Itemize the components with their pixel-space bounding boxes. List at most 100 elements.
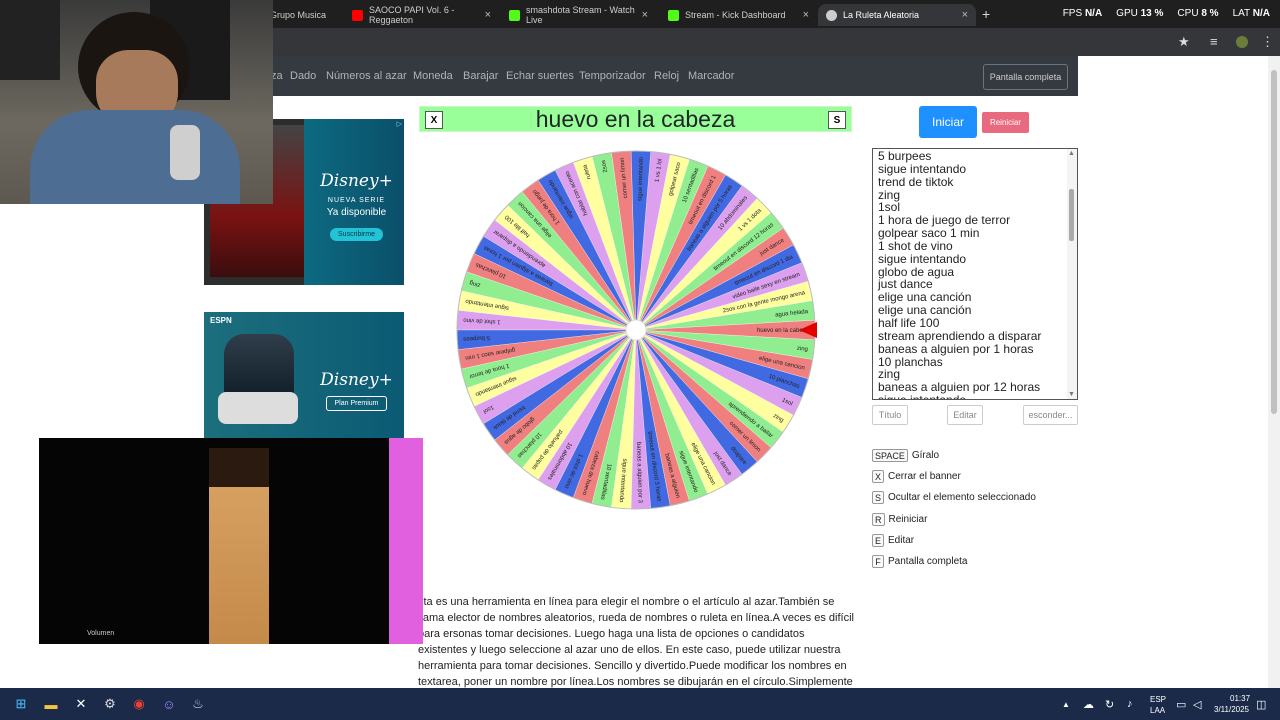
- performance-overlay: FPS N/A GPU 13 % CPU 8 % LAT N/A: [1062, 8, 1270, 19]
- page-margin: [1078, 56, 1268, 688]
- clock-time[interactable]: 01:37: [1230, 694, 1250, 703]
- name-line: sigue intentando: [878, 394, 1068, 399]
- fullscreen-button[interactable]: Pantalla completa: [983, 64, 1068, 90]
- tab-smashdota-stream[interactable]: smashdota Stream - Watch Live ×: [501, 4, 656, 26]
- hide-selected-button[interactable]: S: [828, 111, 846, 129]
- nav-item-dado[interactable]: Dado: [290, 70, 316, 82]
- volume-icon[interactable]: ◁: [1193, 698, 1201, 711]
- nav-item-barajar[interactable]: Barajar: [463, 70, 498, 82]
- nav-item-reloj[interactable]: Reloj: [654, 70, 679, 82]
- close-tab-icon[interactable]: ×: [803, 9, 809, 21]
- names-list: 5 burpees sigue intentando trend de tiktok…: [878, 149, 1068, 399]
- video-performer: [209, 448, 269, 644]
- webcam-background: [0, 0, 60, 80]
- wheel-hub[interactable]: [625, 319, 647, 341]
- windows-start-icon[interactable]: ⊞: [12, 696, 30, 712]
- name-line: stream aprendiendo a disparar: [878, 328, 1042, 343]
- region-indicator[interactable]: LAA: [1150, 706, 1165, 715]
- textarea-scroll-thumb[interactable]: [1069, 189, 1074, 241]
- nav-item-temporizador[interactable]: Temporizador: [579, 70, 646, 82]
- shortcut-row: S Ocultar el elemento seleccionado: [872, 491, 1036, 504]
- shortcut-label: Gíralo: [911, 450, 940, 461]
- ad-line-2: Ya disponible: [326, 207, 387, 218]
- discord-icon[interactable]: ☺: [160, 696, 178, 712]
- shortcut-row: E Editar: [872, 534, 914, 547]
- shortcut-key: X: [872, 470, 885, 483]
- shortcut-key: R: [872, 513, 885, 526]
- tab-la-ruleta-aleatoria[interactable]: La Ruleta Aleatoria ×: [818, 4, 976, 26]
- chrome-icon[interactable]: ◉: [130, 696, 148, 712]
- shortcut-key: SPACE: [872, 449, 908, 462]
- shortcut-label: Cerrar el banner: [888, 471, 961, 482]
- title-button[interactable]: Título: [872, 405, 908, 425]
- streamer-webcam-overlay: [0, 0, 273, 204]
- nav-item-marcador[interactable]: Marcador: [688, 70, 734, 82]
- name-line: 5 burpees: [878, 149, 932, 163]
- edit-button[interactable]: Editar: [947, 405, 983, 425]
- network-icon[interactable]: ▭: [1176, 698, 1186, 711]
- ad-plan-button[interactable]: Plan Premium: [325, 396, 388, 411]
- kick-icon: [509, 9, 520, 21]
- result-banner: X huevo en la cabeza S: [419, 106, 852, 132]
- scroll-down-icon[interactable]: ▼: [1068, 391, 1075, 398]
- tab-kick-dashboard[interactable]: Stream - Kick Dashboard ×: [660, 4, 817, 26]
- nav-item-moneda[interactable]: Moneda: [413, 70, 453, 82]
- ad-car-image: [218, 392, 298, 424]
- name-line: 1 shot de vino: [878, 238, 953, 253]
- ad-text: Disney+ Plan Premium: [309, 370, 404, 411]
- page-scrollbar[interactable]: [1268, 56, 1280, 688]
- close-tab-icon[interactable]: ×: [485, 9, 491, 21]
- profile-avatar[interactable]: [1236, 36, 1248, 48]
- app-x-icon[interactable]: ✕: [72, 696, 90, 712]
- menu-icon[interactable]: ⋮: [1261, 34, 1274, 50]
- shortcut-key: F: [872, 555, 884, 568]
- bookmark-star-icon[interactable]: ★: [1178, 34, 1190, 50]
- scroll-up-icon[interactable]: ▲: [1068, 150, 1075, 157]
- new-tab-icon[interactable]: +: [982, 6, 990, 22]
- video-stage-light: [389, 438, 423, 644]
- nav-item-echar-suertes[interactable]: Echar suertes: [506, 70, 574, 82]
- tray-chevron-icon[interactable]: ▲: [1062, 700, 1070, 709]
- tool-description: sta es una herramienta en línea para ele…: [418, 596, 854, 688]
- name-line: trend de tiktok: [878, 174, 954, 189]
- microphone: [170, 125, 200, 180]
- start-button[interactable]: Iniciar: [919, 106, 977, 138]
- scrollbar-thumb[interactable]: [1271, 70, 1277, 414]
- settings-app-icon[interactable]: ⚙: [101, 696, 119, 712]
- language-indicator[interactable]: ESP: [1150, 695, 1166, 704]
- close-tab-icon[interactable]: ×: [642, 9, 648, 21]
- shortcut-row: F Pantalla completa: [872, 555, 968, 568]
- ad-choices-icon[interactable]: ▷: [397, 120, 402, 128]
- close-tab-icon[interactable]: ×: [962, 9, 968, 21]
- reset-button[interactable]: Reiniciar: [982, 112, 1029, 133]
- nav-item-numeros[interactable]: Números al azar: [326, 70, 407, 82]
- shortcut-label: Editar: [888, 535, 915, 546]
- steam-icon[interactable]: ♨: [189, 696, 207, 712]
- tab-label: smashdota Stream - Watch Live: [526, 5, 635, 25]
- media-controls-icon[interactable]: ≡: [1210, 34, 1218, 49]
- ad-subscribe-button[interactable]: Suscribirme: [330, 228, 383, 241]
- sync-icon[interactable]: ↻: [1105, 698, 1114, 711]
- tab-label: La Ruleta Aleatoria: [843, 10, 920, 20]
- textarea-scrollbar[interactable]: ▲ ▼: [1067, 149, 1077, 399]
- shortcut-label: Ocultar el elemento seleccionado: [888, 492, 1036, 503]
- wheel-container[interactable]: huevo en la cabeza agua helada 2sos con la…: [455, 150, 817, 510]
- spinning-wheel[interactable]: huevo en la cabezaagua helada2sos con la…: [455, 150, 817, 510]
- cloud-icon[interactable]: ☁: [1083, 698, 1094, 711]
- names-textarea[interactable]: 5 burpees sigue intentando trend de tiktok…: [872, 148, 1078, 400]
- tab-saoco-papi[interactable]: SAOCO PAPI Vol. 6 - Reggaeton ×: [344, 4, 499, 26]
- tab-grupo-musica[interactable]: Grupo Musica: [262, 4, 342, 26]
- wheel-segment-label: sigue intentando: [638, 156, 645, 201]
- shortcut-key: E: [872, 534, 885, 547]
- espn-logo: ESPN: [210, 316, 232, 325]
- close-banner-button[interactable]: X: [425, 111, 443, 129]
- hide-button[interactable]: esconder...: [1023, 405, 1078, 425]
- shortcut-label: Reiniciar: [888, 514, 928, 525]
- file-explorer-icon[interactable]: ▬: [42, 696, 60, 712]
- name-line: sigue intentando: [878, 161, 967, 176]
- clock-date[interactable]: 3/11/2025: [1214, 705, 1249, 714]
- globe-icon: [826, 9, 837, 21]
- microphone-icon[interactable]: ♪: [1127, 698, 1133, 710]
- notification-icon[interactable]: ◫: [1256, 698, 1266, 711]
- disney-plus-logo: Disney+: [320, 171, 393, 191]
